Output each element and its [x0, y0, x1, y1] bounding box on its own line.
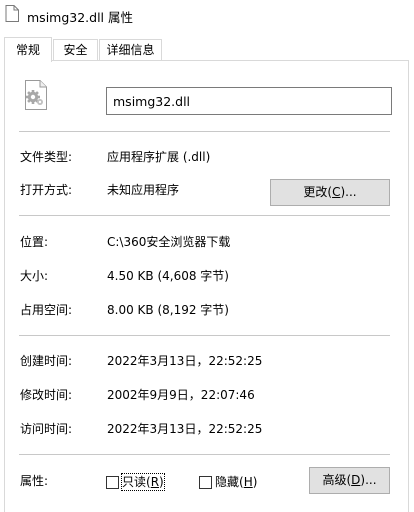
modified-value: 2002年9月9日，22:07:46: [107, 388, 255, 402]
attributes-label: 属性:: [20, 474, 49, 488]
size-label: 大小:: [20, 269, 49, 283]
properties-window: msimg32.dll 属性 常规 安全 详细信息 msimg32.dll 文件…: [0, 0, 414, 512]
gear-file-icon: [25, 80, 47, 110]
document-icon: [5, 5, 19, 22]
hidden-checkbox[interactable]: [199, 476, 212, 489]
file-name-field[interactable]: [106, 87, 392, 115]
location-value: C:\360安全浏览器下载: [107, 235, 231, 249]
tab-strip: 常规 安全 详细信息: [0, 37, 414, 62]
accessed-value: 2022年3月13日，22:52:25: [107, 422, 263, 436]
advanced-button[interactable]: 高级(D)...: [309, 467, 390, 494]
modified-label: 修改时间:: [20, 388, 73, 402]
separator: [19, 454, 390, 455]
general-panel: [4, 60, 409, 512]
opens-with-value: 未知应用程序: [107, 183, 180, 197]
opens-with-label: 打开方式:: [20, 183, 73, 197]
change-button[interactable]: 更改(C)...: [270, 179, 390, 206]
location-label: 位置:: [20, 235, 49, 249]
separator: [19, 215, 390, 216]
hidden-label[interactable]: 隐藏(H): [215, 474, 257, 490]
window-title: msimg32.dll 属性: [27, 10, 134, 25]
size-value: 4.50 KB (4,608 字节): [107, 269, 229, 283]
created-label: 创建时间:: [20, 354, 73, 368]
tab-details[interactable]: 详细信息: [99, 39, 162, 60]
created-value: 2022年3月13日，22:52:25: [107, 354, 263, 368]
title-bar[interactable]: msimg32.dll 属性: [0, 0, 414, 30]
file-type-label: 文件类型:: [20, 150, 73, 164]
file-type-value: 应用程序扩展 (.dll): [107, 150, 211, 164]
accessed-label: 访问时间:: [20, 422, 73, 436]
size-on-disk-label: 占用空间:: [20, 303, 73, 317]
size-on-disk-value: 8.00 KB (8,192 字节): [107, 303, 229, 317]
tab-general[interactable]: 常规: [4, 37, 52, 62]
readonly-checkbox[interactable]: [106, 476, 119, 489]
separator: [19, 131, 390, 132]
separator: [19, 335, 390, 336]
tab-security[interactable]: 安全: [53, 39, 98, 60]
readonly-label[interactable]: 只读(R): [121, 473, 165, 491]
